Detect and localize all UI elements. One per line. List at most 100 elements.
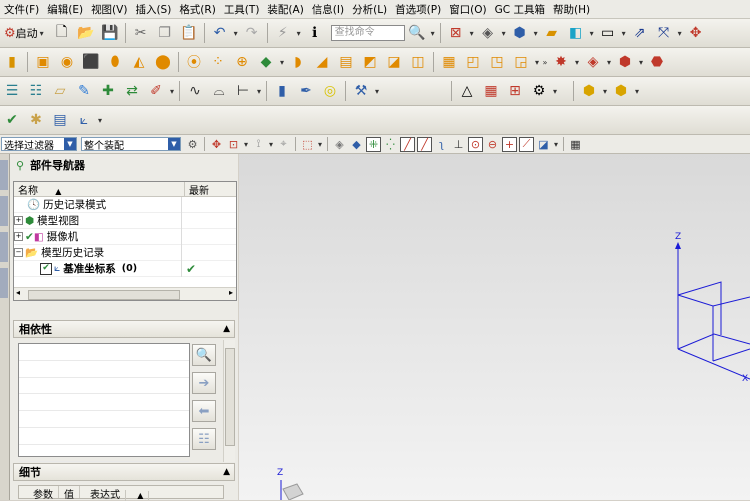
- sweep-icon[interactable]: ◳: [487, 52, 507, 72]
- trim-body-icon[interactable]: ◪: [384, 52, 404, 72]
- object-display-icon[interactable]: ✎: [74, 81, 94, 101]
- end-point-icon[interactable]: ⟟: [251, 137, 266, 152]
- grid-point-icon[interactable]: ⊞: [505, 81, 525, 101]
- sphere-icon[interactable]: ⬤: [153, 52, 173, 72]
- thread-icon[interactable]: ◲: [511, 52, 531, 72]
- section-view-icon[interactable]: ◧: [566, 23, 586, 43]
- tree-row-datum-csys[interactable]: ✔ ⟀ 基准坐标系 (0) ✔: [14, 261, 236, 277]
- layer-settings-icon[interactable]: ☰: [2, 81, 22, 101]
- graphics-viewport[interactable]: Z X Z: [239, 154, 750, 500]
- chevron-down-icon[interactable]: ▾: [533, 58, 541, 67]
- type-filter-select[interactable]: 选择过滤器 ▼: [1, 137, 77, 152]
- resource-tab-icon[interactable]: [0, 196, 8, 226]
- column-value-header[interactable]: 值: [59, 486, 80, 501]
- menu-help[interactable]: 帮助(H): [549, 2, 594, 17]
- save-icon[interactable]: 💾: [100, 23, 120, 43]
- component-icon[interactable]: ◈: [583, 52, 603, 72]
- collapse-up-icon[interactable]: ▲: [223, 324, 230, 334]
- edge-blend-icon[interactable]: ◗: [288, 52, 308, 72]
- layer-icon[interactable]: ▭: [598, 23, 618, 43]
- new-file-icon[interactable]: 🗋: [52, 23, 72, 43]
- search-icon[interactable]: 🔍: [407, 23, 427, 43]
- select-body-icon[interactable]: ◈: [332, 137, 347, 152]
- cut-icon[interactable]: ✂: [131, 23, 151, 43]
- render-style-icon[interactable]: ◈: [478, 23, 498, 43]
- chevron-down-icon[interactable]: ▾: [373, 87, 381, 96]
- scale-body-icon[interactable]: ◰: [463, 52, 483, 72]
- assembly-ops-2-icon[interactable]: ⬢: [611, 81, 631, 101]
- scroll-right-icon[interactable]: ▸: [229, 288, 233, 297]
- chevron-down-icon[interactable]: ▾: [96, 116, 104, 125]
- existing-point-icon[interactable]: +: [502, 136, 517, 152]
- tree-row-history-mode[interactable]: 🕓 历史记录模式: [14, 197, 236, 213]
- chevron-down-icon[interactable]: ▾: [637, 58, 645, 67]
- menu-assembly[interactable]: 装配(A): [263, 2, 307, 17]
- line-end-icon[interactable]: ╱: [400, 136, 415, 152]
- menu-preferences[interactable]: 首选项(P): [391, 2, 445, 17]
- expand-icon[interactable]: +: [14, 232, 23, 241]
- toolbar-overflow-icon[interactable]: »: [541, 58, 549, 67]
- chevron-down-icon[interactable]: ▾: [429, 29, 437, 38]
- dependency-list-button[interactable]: ☷: [192, 428, 216, 450]
- start-button[interactable]: ⚙ 启动 ▾: [0, 25, 50, 41]
- scrollbar-thumb[interactable]: [225, 348, 235, 446]
- horizontal-scrollbar[interactable]: ◂ ▸: [14, 287, 236, 300]
- chevron-down-icon[interactable]: ▾: [633, 87, 641, 96]
- add-component-icon[interactable]: ⬢: [615, 52, 635, 72]
- rectangle-select-icon[interactable]: ⬚: [300, 137, 315, 152]
- chevron-down-icon[interactable]: ▾: [500, 29, 508, 38]
- scrollbar-thumb[interactable]: [28, 290, 180, 300]
- menu-tools[interactable]: 工具(T): [220, 2, 264, 17]
- scope-select[interactable]: 整个装配 ▼: [81, 137, 181, 152]
- scroll-left-icon[interactable]: ◂: [16, 288, 20, 297]
- copy-icon[interactable]: ❐: [155, 23, 175, 43]
- invert-visibility-icon[interactable]: ⇄: [122, 81, 142, 101]
- constraint-icon[interactable]: ⬣: [647, 52, 667, 72]
- chevron-down-icon[interactable]: ▾: [573, 58, 581, 67]
- repeat-command-icon[interactable]: ⚡: [273, 23, 293, 43]
- chevron-down-icon[interactable]: ▾: [601, 87, 609, 96]
- point-constructor-icon[interactable]: ⊡: [226, 137, 241, 152]
- table-icon[interactable]: ▦: [481, 81, 501, 101]
- block-icon[interactable]: ⬛: [81, 52, 101, 72]
- draft-icon[interactable]: ◩: [360, 52, 380, 72]
- wcs-icon[interactable]: ⤧: [654, 23, 674, 43]
- datum-icon[interactable]: ◆: [256, 52, 276, 72]
- extrude-icon[interactable]: ▣: [33, 52, 53, 72]
- mid-point-icon[interactable]: ⌖: [276, 137, 291, 152]
- chevron-down-icon[interactable]: ▾: [267, 140, 275, 149]
- cone-icon[interactable]: ◭: [129, 52, 149, 72]
- move-component-icon[interactable]: ⇗: [630, 23, 650, 43]
- resource-tab-icon[interactable]: [0, 232, 8, 262]
- column-name-header[interactable]: 名称 ▲: [14, 182, 185, 197]
- view-orientation-icon[interactable]: ⬢: [510, 23, 530, 43]
- dependency-previous-button[interactable]: ⬅: [192, 400, 216, 422]
- move-to-layer-icon[interactable]: ☷: [26, 81, 46, 101]
- menu-view[interactable]: 视图(V): [87, 2, 131, 17]
- bounded-grid-icon[interactable]: ▦: [568, 137, 583, 152]
- triangle-icon[interactable]: △: [457, 81, 477, 101]
- point-on-face-icon[interactable]: ◪: [536, 137, 551, 152]
- chevron-down-icon[interactable]: ▾: [232, 29, 240, 38]
- collapse-up-icon[interactable]: ▲: [223, 467, 230, 477]
- assembly-ops-icon[interactable]: ⬢: [579, 81, 599, 101]
- hole-icon[interactable]: ⦿: [184, 52, 204, 72]
- dependency-zoom-button[interactable]: 🔍: [192, 344, 216, 366]
- background-icon[interactable]: ▰: [542, 23, 562, 43]
- curve-icon[interactable]: ∿: [185, 81, 205, 101]
- chevron-down-icon[interactable]: ▾: [168, 87, 176, 96]
- surface-icon[interactable]: ⌓: [209, 81, 229, 101]
- resource-tab-icon[interactable]: [0, 160, 8, 190]
- tree-row-model-views[interactable]: + ⬢ 模型视图: [14, 213, 236, 229]
- resource-tab-icon[interactable]: [0, 268, 8, 298]
- dependencies-section-header[interactable]: 相依性 ▲: [13, 320, 235, 338]
- chevron-down-icon[interactable]: ▾: [468, 29, 476, 38]
- checkbox-checked-icon[interactable]: ✔: [40, 262, 52, 275]
- menu-insert[interactable]: 插入(S): [131, 2, 175, 17]
- expand-icon[interactable]: +: [14, 216, 23, 225]
- coordinate-system-icon[interactable]: ⟀: [74, 110, 94, 130]
- chevron-down-icon[interactable]: ▾: [605, 58, 613, 67]
- pen-icon[interactable]: ✒: [296, 81, 316, 101]
- revolve-icon[interactable]: ◉: [57, 52, 77, 72]
- show-hide-icon[interactable]: ✚: [98, 81, 118, 101]
